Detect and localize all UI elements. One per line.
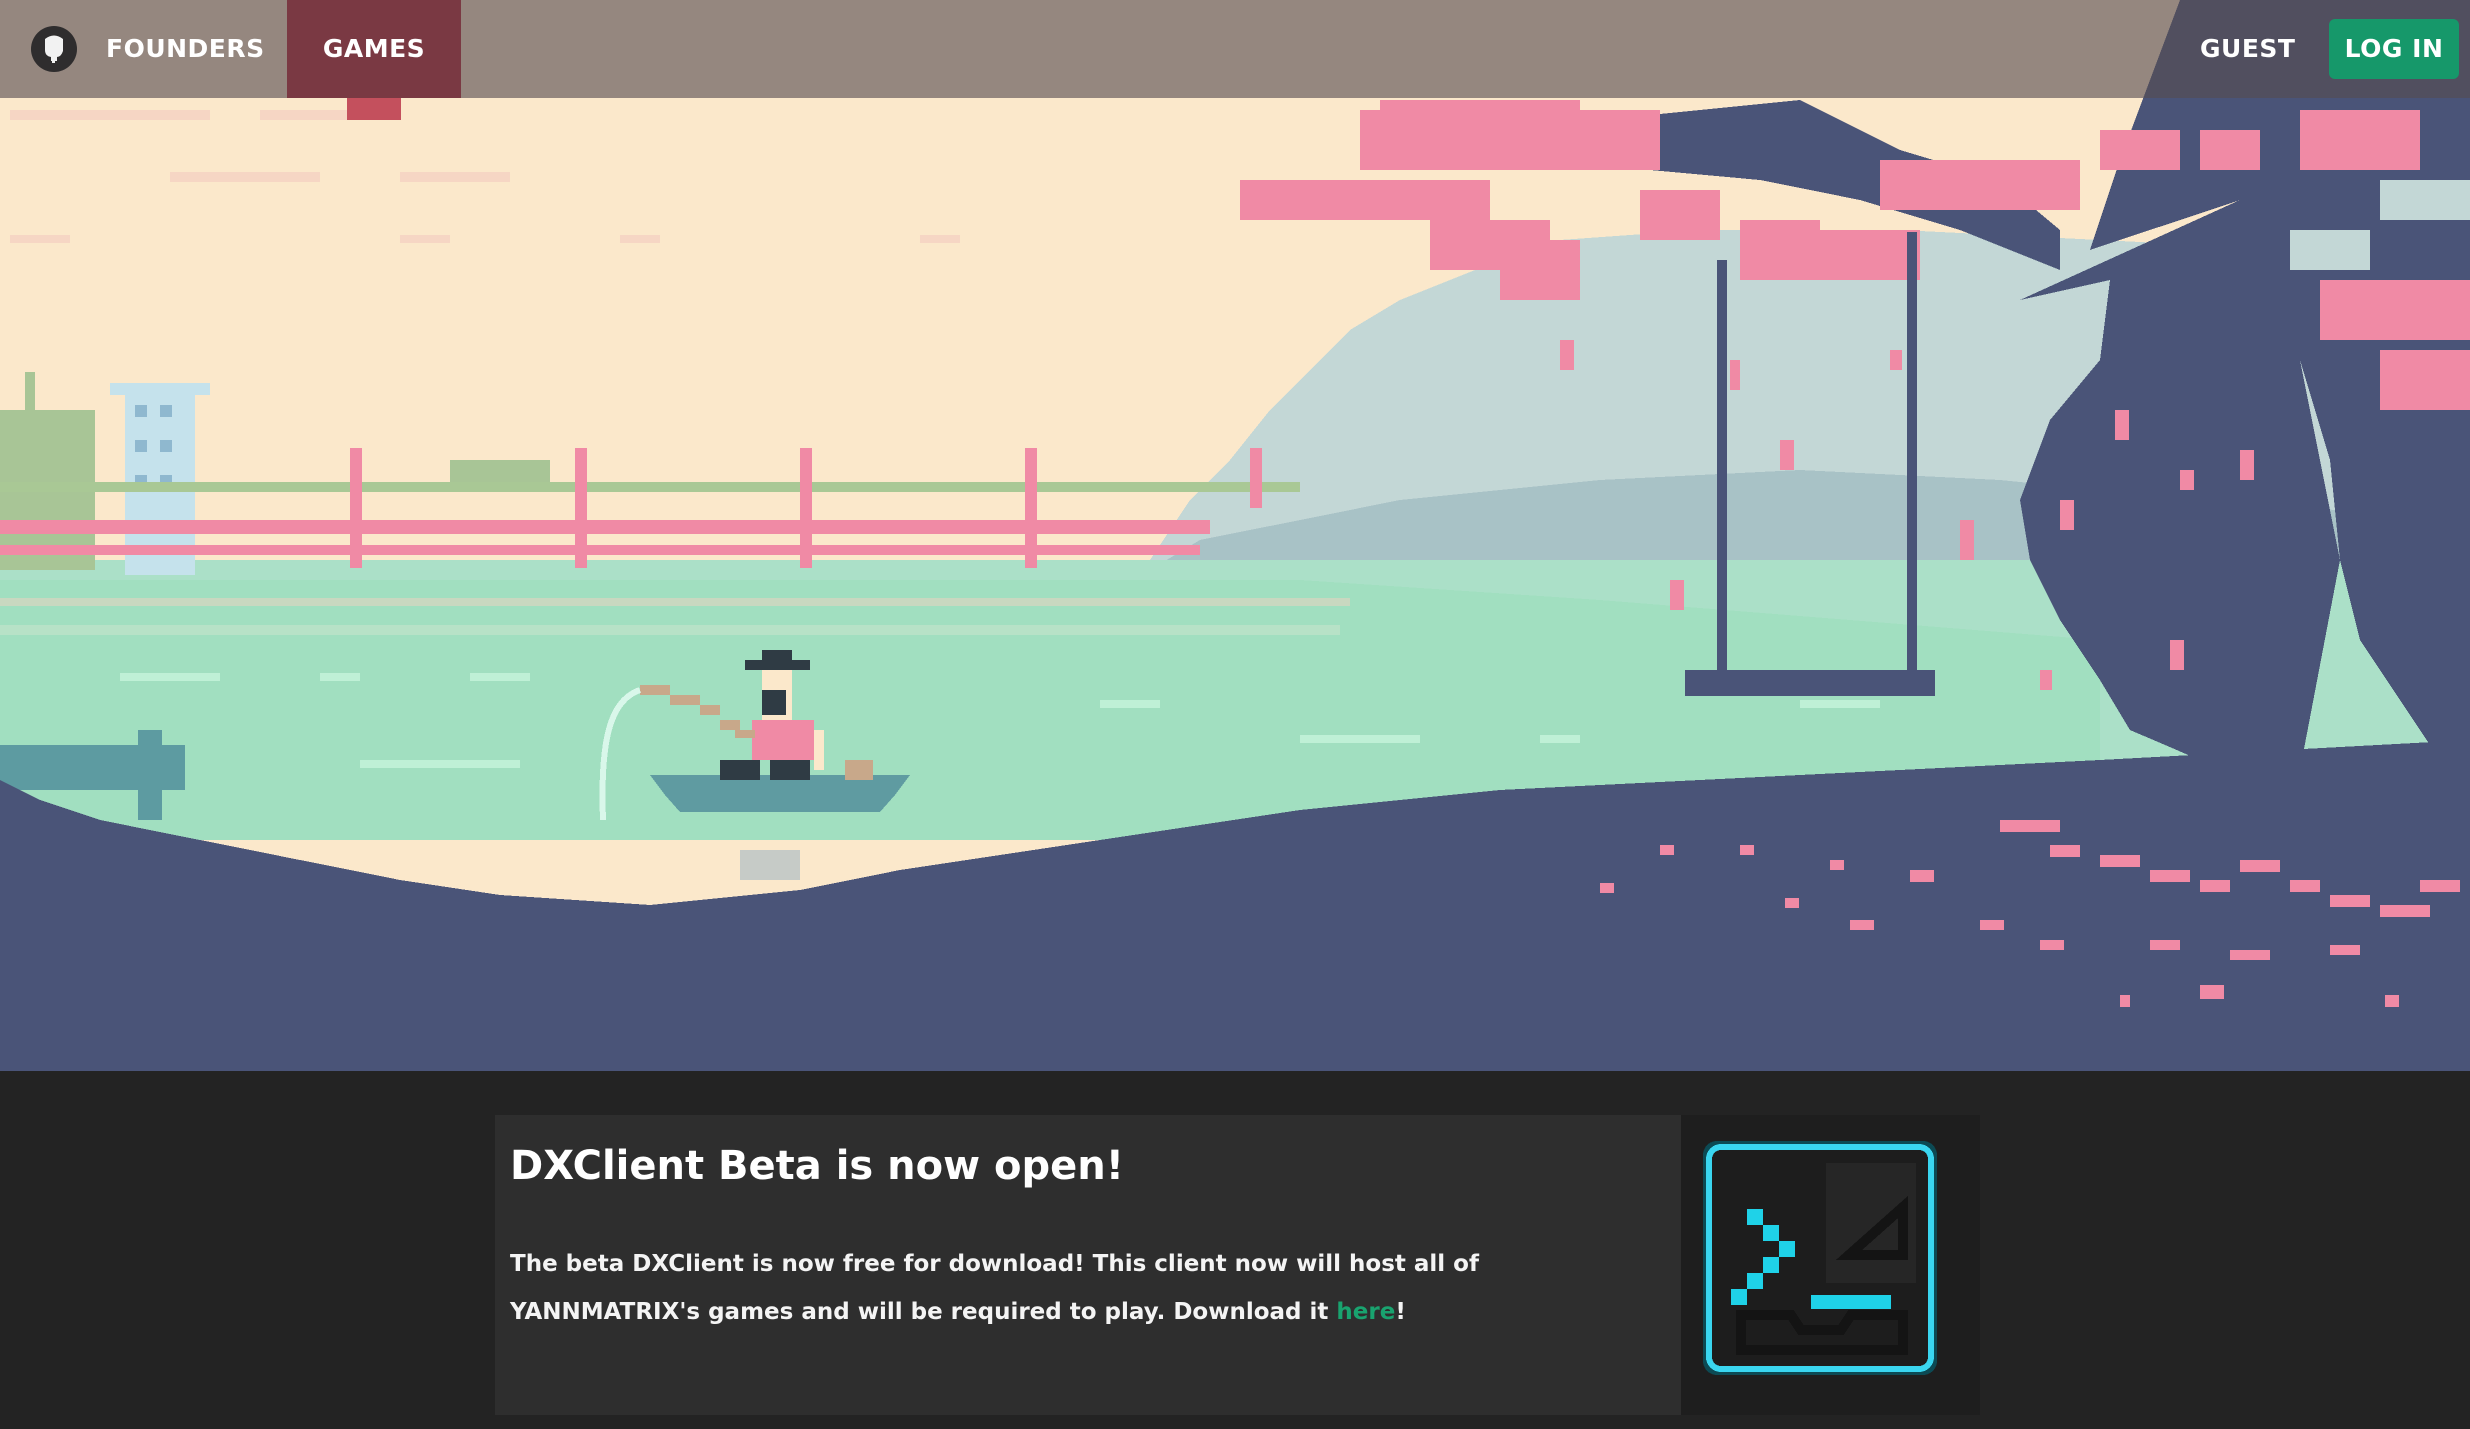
news-body: The beta DXClient is now free for downlo… <box>510 1240 1670 1336</box>
ghost-logo-icon[interactable] <box>31 26 77 72</box>
nav-games-link[interactable]: GAMES <box>287 0 461 120</box>
news-image <box>1681 1115 1980 1415</box>
nav-guest-user[interactable]: GUEST <box>2200 0 2295 98</box>
nav-founders-link[interactable]: FOUNDERS <box>106 0 265 98</box>
news-body-suffix: ! <box>1395 1299 1406 1325</box>
news-card: DXClient Beta is now open! The beta DXCl… <box>495 1115 1980 1415</box>
news-body-text: The beta DXClient is now free for downlo… <box>510 1251 1479 1325</box>
top-nav: FOUNDERS GAMES GUEST LOG IN <box>0 0 2470 120</box>
terminal-app-icon <box>1703 1141 1937 1375</box>
pixel-art-scene <box>0 0 2470 1071</box>
news-title: DXClient Beta is now open! <box>510 1143 1124 1189</box>
login-button[interactable]: LOG IN <box>2329 19 2459 79</box>
hero-banner: FOUNDERS GAMES GUEST LOG IN <box>0 0 2470 1071</box>
download-link[interactable]: here <box>1336 1299 1395 1325</box>
